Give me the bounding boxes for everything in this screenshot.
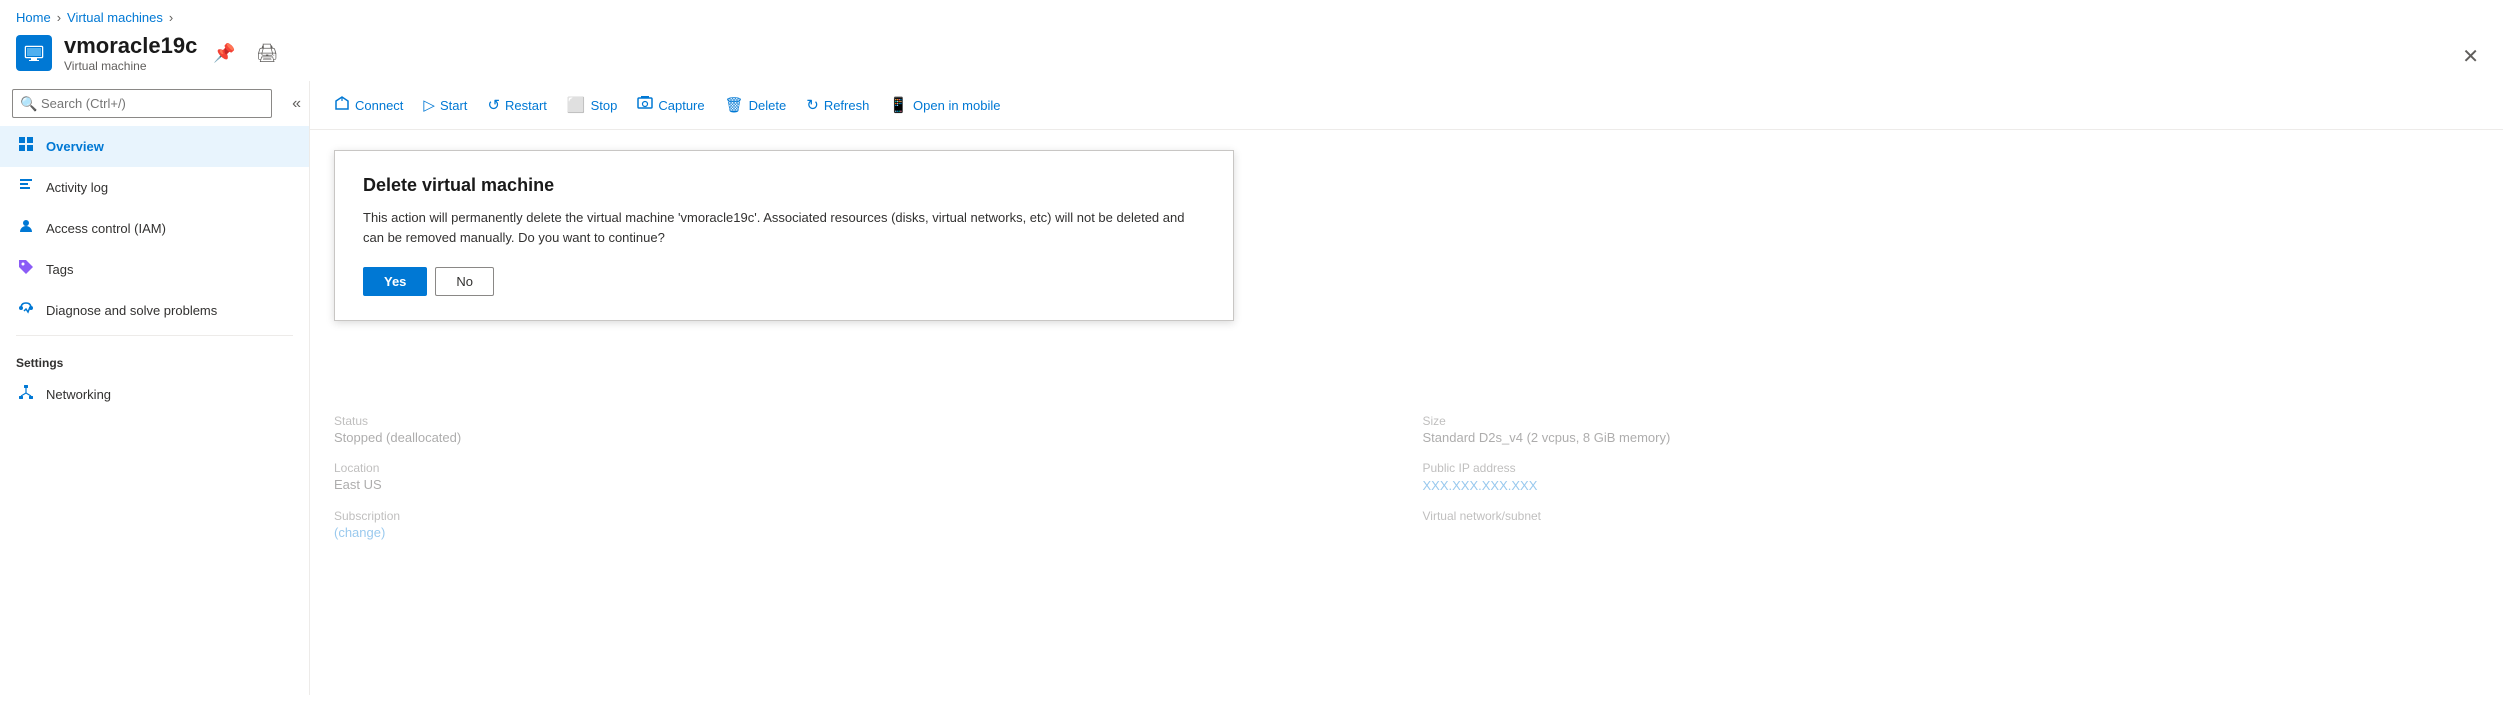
delete-button[interactable]: 🗑 Delete	[717, 90, 795, 120]
toolbar: Connect ▷ Start ↺ Restart ⬜ Stop	[310, 81, 2503, 130]
breadcrumb-home[interactable]: Home	[16, 10, 51, 25]
print-button[interactable]: 🖨	[252, 39, 283, 68]
sidebar-search-row: 🔍 «	[0, 81, 309, 126]
sidebar-item-overview[interactable]: Overview	[0, 126, 309, 167]
sidebar: 🔍 « Overview Activit	[0, 81, 310, 695]
sidebar-item-label-networking: Networking	[46, 387, 111, 402]
sidebar-item-label-activity: Activity log	[46, 180, 108, 195]
close-icon: ✕	[2462, 46, 2479, 68]
vm-icon	[16, 35, 52, 71]
search-icon: 🔍	[20, 95, 37, 112]
sidebar-divider	[16, 335, 293, 336]
sidebar-item-label-diagnose: Diagnose and solve problems	[46, 303, 217, 318]
breadcrumb-sep1: ›	[57, 10, 61, 25]
breadcrumb: Home › Virtual machines ›	[0, 0, 2503, 29]
capture-label: Capture	[658, 98, 704, 113]
page-subtitle: Virtual machine	[64, 59, 197, 73]
pin-button[interactable]: 📌	[209, 39, 239, 68]
connect-button[interactable]: Connect	[326, 89, 411, 121]
print-icon: 🖨	[256, 43, 279, 63]
sidebar-item-label-access: Access control (IAM)	[46, 221, 166, 236]
sidebar-item-label-overview: Overview	[46, 139, 104, 154]
capture-icon	[637, 95, 653, 115]
capture-button[interactable]: Capture	[629, 89, 712, 121]
stop-label: Stop	[591, 98, 618, 113]
activity-log-icon	[16, 177, 36, 198]
page-title: vmoracle19c	[64, 33, 197, 59]
main-layout: 🔍 « Overview Activit	[0, 81, 2503, 695]
sidebar-search-container: 🔍	[12, 89, 272, 118]
no-button[interactable]: No	[435, 267, 494, 296]
dialog-buttons: Yes No	[363, 267, 1205, 296]
open-mobile-label: Open in mobile	[913, 98, 1000, 113]
page-header-info: vmoracle19c Virtual machine	[64, 33, 197, 73]
yes-button[interactable]: Yes	[363, 267, 427, 296]
sidebar-item-tags[interactable]: Tags	[0, 249, 309, 290]
page-header: vmoracle19c Virtual machine 📌 🖨 ✕	[0, 29, 2503, 81]
refresh-icon: ↻	[806, 96, 819, 114]
delete-dialog: Delete virtual machine This action will …	[334, 150, 1234, 321]
start-label: Start	[440, 98, 467, 113]
stop-button[interactable]: ⬜ Stop	[559, 90, 625, 120]
sidebar-item-access-control[interactable]: Access control (IAM)	[0, 208, 309, 249]
sidebar-nav: Overview Activity log	[0, 126, 309, 695]
right-panel: Connect ▷ Start ↺ Restart ⬜ Stop	[310, 81, 2503, 695]
connect-label: Connect	[355, 98, 403, 113]
delete-label: Delete	[749, 98, 787, 113]
breadcrumb-sep2: ›	[169, 10, 173, 25]
open-mobile-button[interactable]: 📱 Open in mobile	[881, 90, 1008, 120]
breadcrumb-vms[interactable]: Virtual machines	[67, 10, 163, 25]
dialog-title: Delete virtual machine	[363, 175, 1205, 196]
pin-icon: 📌	[213, 43, 235, 63]
restart-icon: ↺	[487, 96, 500, 114]
sidebar-item-networking[interactable]: Networking	[0, 374, 309, 415]
start-button[interactable]: ▷ Start	[415, 90, 475, 120]
diagnose-icon	[16, 300, 36, 321]
overview-icon	[16, 136, 36, 157]
delete-icon: 🗑	[725, 96, 744, 114]
collapse-sidebar-button[interactable]: «	[284, 89, 309, 119]
sidebar-item-label-tags: Tags	[46, 262, 73, 277]
mobile-icon: 📱	[889, 96, 908, 114]
access-control-icon	[16, 218, 36, 239]
dialog-overlay: Delete virtual machine This action will …	[310, 130, 2503, 695]
dialog-message: This action will permanently delete the …	[363, 208, 1205, 247]
search-input[interactable]	[12, 89, 272, 118]
stop-icon: ⬜	[567, 96, 586, 114]
connect-icon	[334, 95, 350, 115]
sidebar-item-activity-log[interactable]: Activity log	[0, 167, 309, 208]
tags-icon	[16, 259, 36, 280]
restart-button[interactable]: ↺ Restart	[479, 90, 554, 120]
refresh-button[interactable]: ↻ Refresh	[798, 90, 877, 120]
sidebar-item-diagnose[interactable]: Diagnose and solve problems	[0, 290, 309, 331]
settings-section-label: Settings	[0, 340, 309, 374]
start-icon: ▷	[423, 96, 435, 114]
networking-icon	[16, 384, 36, 405]
refresh-label: Refresh	[824, 98, 870, 113]
content-area: Delete virtual machine This action will …	[310, 130, 2503, 695]
close-button[interactable]: ✕	[2454, 40, 2487, 73]
restart-label: Restart	[505, 98, 547, 113]
